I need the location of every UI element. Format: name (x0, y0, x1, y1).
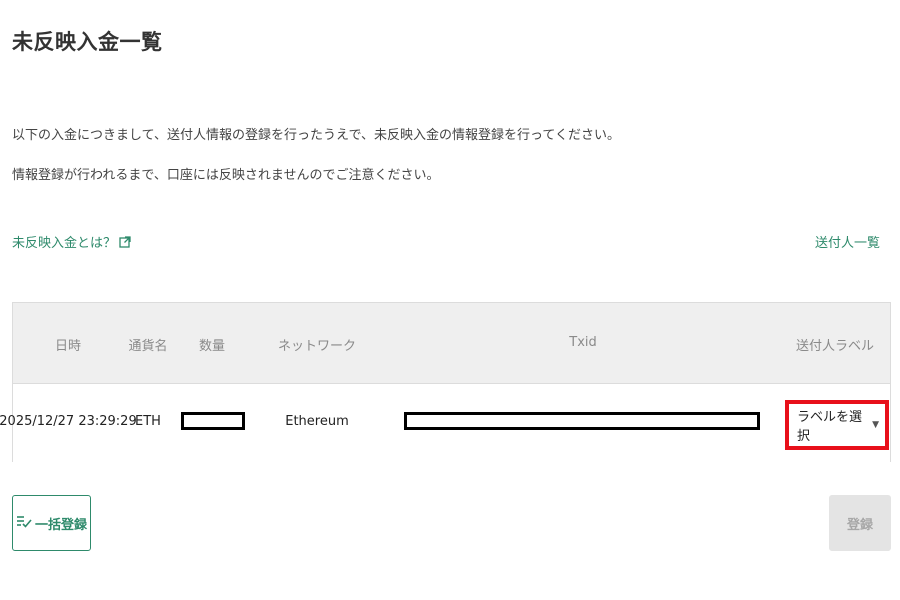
external-link-icon (119, 235, 131, 248)
what-is-unreflected-label: 未反映入金とは？ (12, 236, 117, 251)
page-title: 未反映入金一覧 (12, 30, 163, 54)
redacted-quantity (181, 412, 245, 430)
header-quantity: 数量 (198, 339, 226, 354)
header-network: ネットワーク (277, 339, 357, 354)
sender-label-select-value: ラベルを選択 (797, 410, 863, 444)
description-line-1: 以下の入金につきまして、送付人情報の登録を行ったうえで、未反映入金の情報登録を行… (12, 128, 621, 143)
header-currency: 通貨名 (128, 339, 168, 354)
cell-network: Ethereum (285, 414, 349, 429)
sender-list-link[interactable]: 送付人一覧 (815, 232, 880, 251)
bulk-register-button[interactable]: 一括登録 (12, 495, 91, 551)
header-txid: Txid (569, 335, 597, 350)
bulk-register-label: 一括登録 (34, 517, 87, 533)
header-datetime: 日時 (54, 339, 82, 354)
caret-down-icon: ▼ (872, 420, 879, 430)
redacted-txid (404, 412, 760, 430)
header-sender-label: 送付人ラベル (795, 339, 875, 354)
cell-datetime: 2025/12/27 23:29:29 (0, 414, 137, 429)
list-check-icon (16, 514, 32, 532)
what-is-unreflected-link[interactable]: 未反映入金とは？ (12, 232, 131, 251)
cell-currency: ETH (135, 414, 161, 429)
register-button[interactable]: 登録 (829, 495, 891, 551)
page: 未反映入金一覧 以下の入金につきまして、送付人情報の登録を行ったうえで、未反映入… (0, 0, 900, 600)
unreflected-deposits-table: 日時 通貨名 数量 ネットワーク Txid 送付人ラベル 2025/12/27 … (0, 302, 891, 462)
description-line-2: 情報登録が行われるまで、口座には反映されませんのでご注意ください。 (12, 168, 440, 183)
table-header: 日時 通貨名 数量 ネットワーク Txid 送付人ラベル (13, 303, 890, 383)
table-row: 2025/12/27 23:29:29 ETH Ethereum ラベルを選択 … (0, 383, 890, 462)
sender-label-select[interactable]: ラベルを選択 ▼ (785, 400, 889, 450)
